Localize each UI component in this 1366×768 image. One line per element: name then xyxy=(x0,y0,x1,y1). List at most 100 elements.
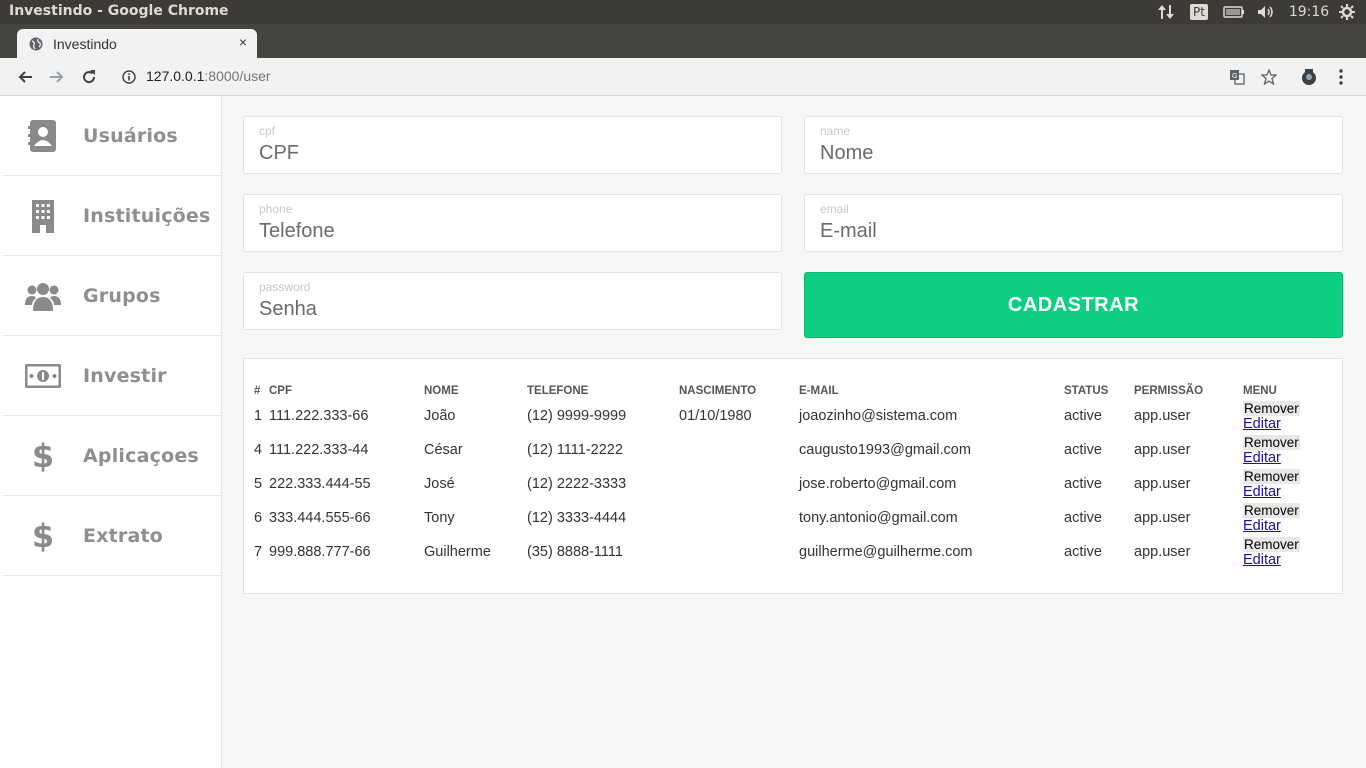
cell-nascimento xyxy=(679,501,799,535)
phone-input[interactable] xyxy=(259,220,759,243)
cell-cpf: 222.333.444-55 xyxy=(269,476,371,492)
cell-permissao: app.user xyxy=(1134,408,1191,424)
cpf-input[interactable] xyxy=(259,142,759,165)
url-path: :8000/user xyxy=(204,68,271,84)
sidebar-item-grupos[interactable]: Grupos xyxy=(3,256,221,336)
table-row: 7 999.888.777-66 Guilherme (35) 8888-111… xyxy=(254,535,1313,569)
os-top-bar: Investindo - Google Chrome Pt 19:16 xyxy=(0,0,1366,24)
column-header-cpf: CPF xyxy=(269,385,292,397)
dollar-icon: $ xyxy=(31,516,55,555)
cell-telefone: (12) 9999-9999 xyxy=(527,408,627,424)
edit-link[interactable]: Editar xyxy=(1243,552,1313,568)
cell-nascimento xyxy=(679,535,799,569)
address-bar[interactable]: 127.0.0.1:8000/user xyxy=(146,68,271,84)
cell-nome: João xyxy=(424,408,456,424)
column-header-permissao: PERMISSÃO xyxy=(1134,385,1204,397)
remove-button[interactable]: Remover xyxy=(1243,435,1300,450)
group-users-icon xyxy=(23,276,63,316)
edit-link[interactable]: Editar xyxy=(1243,484,1313,500)
password-field: password xyxy=(243,272,782,330)
name-field: name xyxy=(804,116,1343,174)
cell-nome: César xyxy=(424,442,463,458)
cell-email: joaozinho@sistema.com xyxy=(799,408,958,424)
edit-link[interactable]: Editar xyxy=(1243,450,1313,466)
remove-button[interactable]: Remover xyxy=(1243,401,1300,416)
info-icon[interactable] xyxy=(120,58,138,96)
sidebar-item-label: Aplicaçoes xyxy=(83,444,199,467)
edit-link[interactable]: Editar xyxy=(1243,518,1313,534)
cell-id: 1 xyxy=(254,408,263,424)
cell-nome: José xyxy=(424,476,455,492)
close-tab-icon[interactable]: × xyxy=(239,34,247,50)
sidebar-item-extrato[interactable]: $ Extrato xyxy=(3,496,221,576)
cell-email: jose.roberto@gmail.com xyxy=(799,476,957,492)
extension-icon[interactable] xyxy=(1297,58,1321,96)
cell-cpf: 111.222.333-44 xyxy=(269,442,369,458)
cell-nascimento xyxy=(679,433,799,467)
password-input[interactable] xyxy=(259,298,759,321)
dollar-icon: $ xyxy=(31,436,55,475)
sidebar-item-label: Grupos xyxy=(83,284,161,307)
globe-icon xyxy=(29,37,43,56)
reload-icon[interactable] xyxy=(78,58,100,96)
column-header-email: E-MAIL xyxy=(799,385,839,397)
edit-link[interactable]: Editar xyxy=(1243,416,1313,432)
contacts-book-icon xyxy=(23,116,63,156)
cell-menu: Remover Editar xyxy=(1243,433,1313,467)
cell-nome: Guilherme xyxy=(424,544,491,560)
network-arrows-icon[interactable] xyxy=(1156,0,1176,24)
cell-email: caugusto1993@gmail.com xyxy=(799,442,971,458)
name-field-label: name xyxy=(820,124,851,138)
name-input[interactable] xyxy=(820,142,1320,165)
remove-button[interactable]: Remover xyxy=(1243,503,1300,518)
building-icon xyxy=(23,196,63,236)
cell-id: 7 xyxy=(254,544,263,560)
translate-icon[interactable]: G xyxy=(1227,58,1247,96)
cell-id: 4 xyxy=(254,442,263,458)
email-input[interactable] xyxy=(820,220,1320,243)
sidebar-item-instituicoes[interactable]: Instituições xyxy=(3,176,221,256)
cell-menu: Remover Editar xyxy=(1243,399,1313,433)
settings-gear-icon[interactable] xyxy=(1337,0,1357,24)
volume-icon[interactable] xyxy=(1256,0,1276,24)
keyboard-layout-icon[interactable]: Pt xyxy=(1188,0,1210,24)
column-header-status: STATUS xyxy=(1064,385,1109,397)
sidebar-item-usuarios[interactable]: Usuários xyxy=(3,96,221,176)
sidebar-item-label: Extrato xyxy=(83,524,164,547)
back-arrow-icon[interactable] xyxy=(14,58,36,96)
sidebar-item-investir[interactable]: Investir xyxy=(3,336,221,416)
cell-permissao: app.user xyxy=(1134,510,1191,526)
sidebar-item-label: Instituições xyxy=(83,204,211,227)
table-row: 6 333.444.555-66 Tony (12) 3333-4444 ton… xyxy=(254,501,1313,535)
more-menu-icon[interactable] xyxy=(1333,58,1349,96)
cell-telefone: (12) 1111-2222 xyxy=(527,442,623,458)
cpf-field-label: cpf xyxy=(259,124,276,138)
battery-icon[interactable] xyxy=(1222,0,1246,24)
cell-id: 5 xyxy=(254,476,263,492)
phone-field-label: phone xyxy=(259,202,293,216)
browser-tab[interactable]: Investindo × xyxy=(17,29,257,58)
table-row: 1 111.222.333-66 João (12) 9999-9999 01/… xyxy=(254,399,1313,433)
main-content: cpf name phone email password CADASTRAR … xyxy=(222,96,1366,768)
cell-permissao: app.user xyxy=(1134,442,1191,458)
cell-status: active xyxy=(1064,442,1102,458)
sidebar-item-label: Usuários xyxy=(83,124,178,147)
cell-permissao: app.user xyxy=(1134,544,1191,560)
cell-telefone: (12) 2222-3333 xyxy=(527,476,627,492)
cell-nome: Tony xyxy=(424,510,455,526)
tab-title: Investindo xyxy=(53,36,117,52)
sidebar-item-aplicacoes[interactable]: $ Aplicaçoes xyxy=(3,416,221,496)
bookmark-star-icon[interactable] xyxy=(1259,58,1279,96)
forward-arrow-icon[interactable] xyxy=(46,58,68,96)
cadastrar-button[interactable]: CADASTRAR xyxy=(804,272,1343,338)
cell-status: active xyxy=(1064,476,1102,492)
column-header-menu: MENU xyxy=(1243,385,1277,397)
cell-cpf: 999.888.777-66 xyxy=(269,544,371,560)
cell-menu: Remover Editar xyxy=(1243,501,1313,535)
browser-tab-strip: Investindo × + xyxy=(0,24,1366,75)
cell-email: tony.antonio@gmail.com xyxy=(799,510,958,526)
clock[interactable]: 19:16 xyxy=(1289,0,1329,24)
remove-button[interactable]: Remover xyxy=(1243,537,1300,552)
email-field-label: email xyxy=(820,202,849,216)
remove-button[interactable]: Remover xyxy=(1243,469,1300,484)
